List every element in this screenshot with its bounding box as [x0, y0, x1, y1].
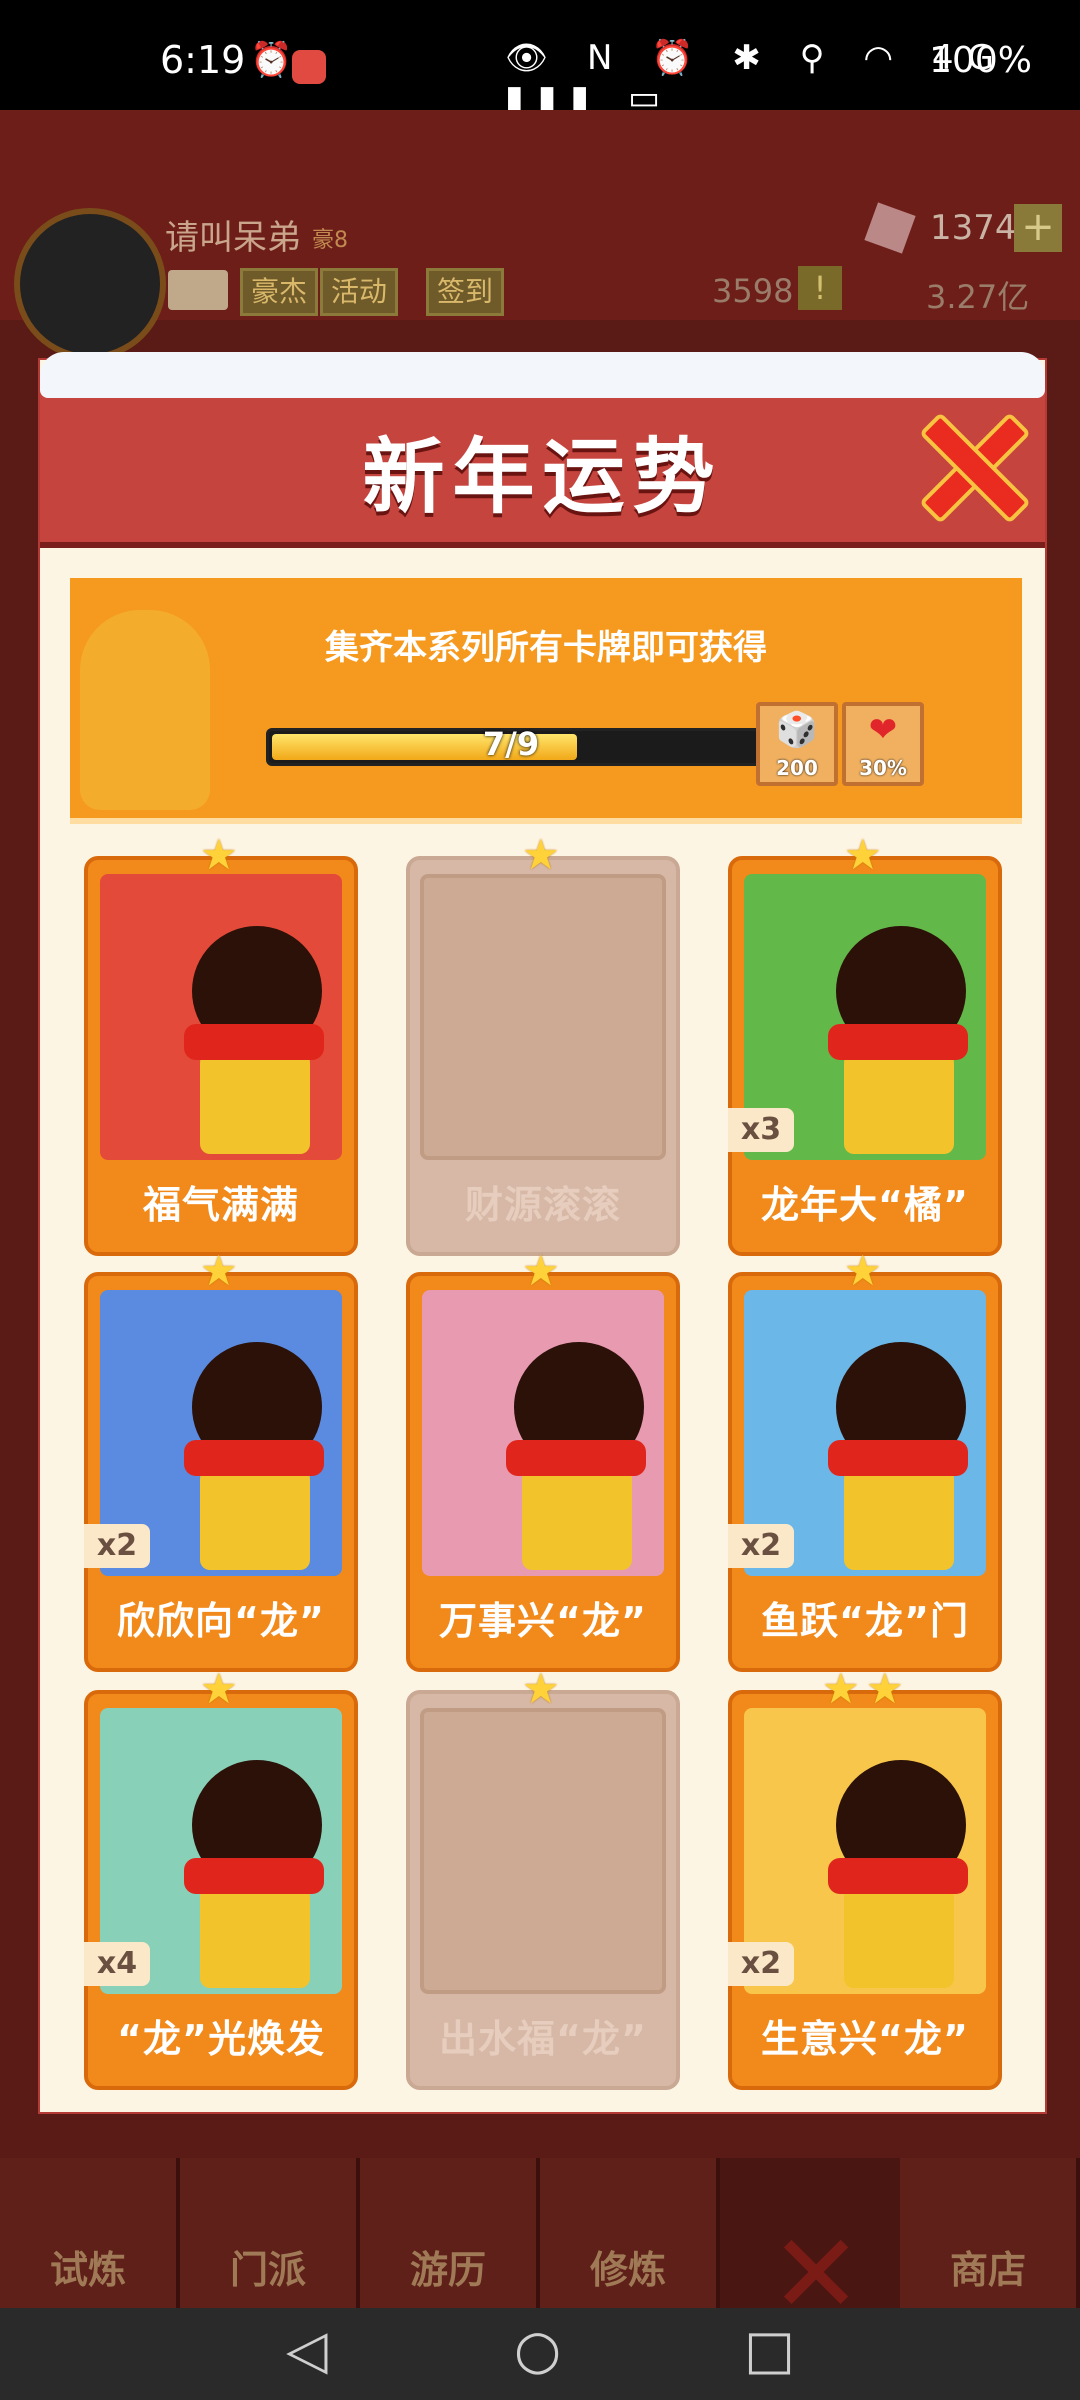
reward-amount: 30% — [859, 756, 907, 780]
card-count-badge: x3 — [728, 1108, 794, 1152]
card-count-badge: x2 — [84, 1524, 150, 1568]
player-level: 豪8 — [312, 228, 348, 253]
star-icon: ★ — [522, 830, 560, 879]
avatar[interactable] — [14, 208, 166, 360]
card-label: 出水福“龙” — [439, 2017, 647, 2061]
card-7[interactable]: ★ 出水福“龙” — [406, 1664, 680, 2090]
currency-b: 3.27亿 — [926, 278, 1030, 316]
snow-decoration — [40, 352, 1045, 398]
home-icon[interactable]: ○ — [514, 2318, 561, 2381]
star-icon: ★ — [522, 1664, 560, 1713]
progress-text: 7/9 — [482, 725, 540, 763]
alarm-icon: ⏰ — [250, 40, 293, 80]
star-icon: ★ — [200, 830, 238, 879]
character-scarf — [184, 1440, 324, 1476]
card-count-badge: x2 — [728, 1942, 794, 1986]
back-icon[interactable]: ◁ — [286, 2318, 328, 2381]
card-label: 龙年大“橘” — [761, 1183, 969, 1227]
heart-icon: ❤ — [868, 710, 898, 750]
star-icon: ★ — [822, 1664, 860, 1713]
card-5[interactable]: ★ x2 鱼跃“龙”门 — [728, 1246, 1002, 1672]
card-art — [100, 874, 342, 1160]
character-scarf — [828, 1024, 968, 1060]
dice-icon: 🎲 — [775, 710, 819, 750]
clock: 6:19 — [160, 38, 246, 82]
close-icon[interactable] — [920, 412, 1020, 512]
card-label: 万事兴“龙” — [439, 1599, 647, 1643]
star-icon: ★ — [844, 830, 882, 879]
add-gems-button[interactable]: + — [1014, 204, 1062, 252]
currency-a: 3598 — [712, 272, 794, 310]
character-scarf — [184, 1858, 324, 1894]
nav-travel[interactable]: 游历 — [360, 2158, 540, 2308]
battery-percent: 100% — [929, 40, 1032, 81]
card-art — [422, 1290, 664, 1576]
reward-banner — [70, 578, 1022, 824]
character-scarf — [828, 1440, 968, 1476]
recent-apps-icon[interactable]: □ — [744, 2318, 795, 2381]
modal-title: 新年运势 — [362, 430, 723, 525]
card-label: 福气满满 — [142, 1183, 299, 1227]
tag-activity-button[interactable]: 活动 — [320, 268, 399, 316]
nav-cultivate[interactable]: 修炼 — [540, 2158, 720, 2308]
tag-checkin-button[interactable]: 签到 — [426, 268, 505, 316]
card-count-badge: x2 — [728, 1524, 794, 1568]
card-art — [420, 1708, 666, 1994]
star-icon: ★ — [522, 1246, 560, 1295]
reward-amount: 200 — [776, 756, 818, 780]
card-label: “龙”光焕发 — [117, 2017, 325, 2061]
character-scarf — [828, 1858, 968, 1894]
reward-heart[interactable]: ❤ 30% — [842, 702, 924, 786]
tag-haojie-button[interactable]: 豪杰 — [240, 268, 319, 316]
nav-trial[interactable]: 试炼 — [0, 2158, 180, 2308]
character-scarf — [506, 1440, 646, 1476]
card-0[interactable]: ★ 福气满满 — [84, 830, 358, 1256]
card-art — [420, 874, 666, 1160]
card-8[interactable]: ★ ★ x2 生意兴“龙” — [728, 1664, 1002, 2090]
card-label: 财源滚滚 — [464, 1183, 621, 1227]
character-scarf — [184, 1024, 324, 1060]
reward-dice[interactable]: 🎲 200 — [756, 702, 838, 786]
status-bar: 6:19 ⏰ 👁 N ⏰ ✱ ⚲ ◠ 4G ▮▮▮ ▭ 100% — [0, 0, 1080, 118]
mail-icon[interactable] — [168, 270, 228, 310]
gem-count: 1374 — [930, 208, 1017, 248]
card-label: 鱼跃“龙”门 — [761, 1599, 969, 1643]
card-3[interactable]: ★ x2 欣欣向“龙” — [84, 1246, 358, 1672]
nav-sect[interactable]: 门派 — [180, 2158, 360, 2308]
banner-text: 集齐本系列所有卡牌即可获得 — [325, 628, 767, 668]
card-6[interactable]: ★ x4 “龙”光焕发 — [84, 1664, 358, 2090]
card-1[interactable]: ★ 财源滚滚 — [406, 830, 680, 1256]
star-icon: ★ — [200, 1246, 238, 1295]
card-label: 欣欣向“龙” — [117, 1599, 325, 1643]
card-count-badge: x4 — [84, 1942, 150, 1986]
card-4[interactable]: ★ 万事兴“龙” — [406, 1246, 680, 1672]
warning-icon[interactable]: ! — [798, 266, 842, 310]
app-notification-icon — [292, 50, 326, 84]
nav-shop[interactable]: 商店 — [900, 2158, 1080, 2308]
star-icon: ★ — [844, 1246, 882, 1295]
card-label: 生意兴“龙” — [761, 2017, 969, 2061]
card-2[interactable]: ★ x3 龙年大“橘” — [728, 830, 1002, 1256]
star-icon: ★ — [200, 1664, 238, 1713]
player-name: 请叫呆弟 — [165, 218, 301, 258]
star-icon: ★ — [866, 1664, 904, 1713]
